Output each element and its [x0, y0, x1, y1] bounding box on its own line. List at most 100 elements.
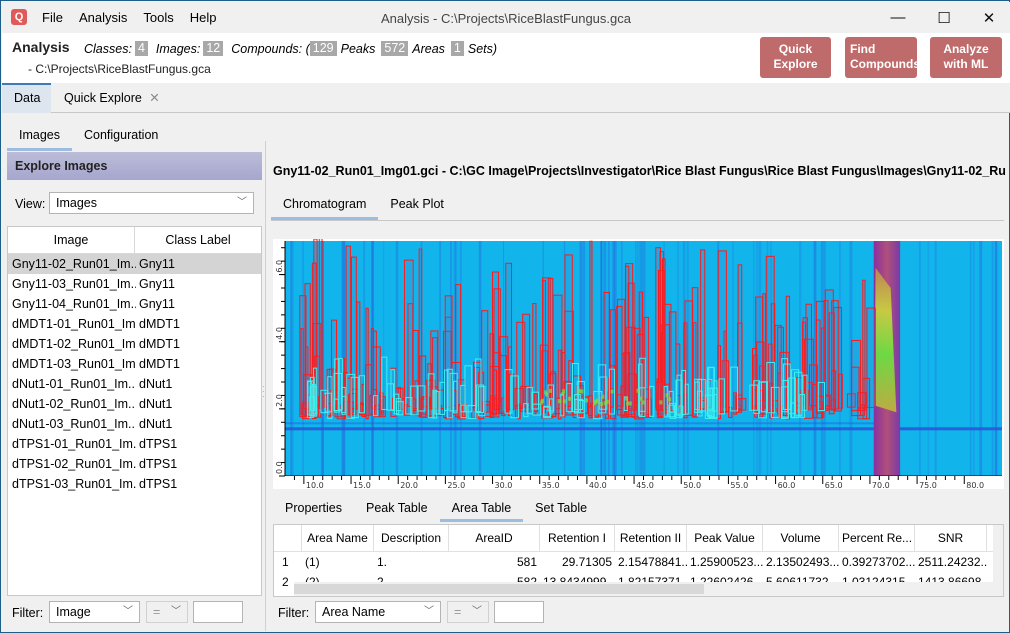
menu-file[interactable]: File: [42, 10, 63, 25]
tab-quick-explore-label: Quick Explore: [64, 91, 142, 105]
area-column-header[interactable]: AreaID: [449, 525, 540, 551]
quick-explore-button[interactable]: Quick Explore: [760, 37, 831, 78]
menu-analysis[interactable]: Analysis: [79, 10, 127, 25]
image-filter-value-input[interactable]: [193, 601, 243, 623]
tab-quick-explore[interactable]: Quick Explore ✕: [52, 83, 172, 113]
area-outline: [444, 295, 453, 420]
image-filter-field-select[interactable]: Image ﹀: [49, 601, 140, 623]
area-column-header[interactable]: Area Name: [302, 525, 374, 551]
y-tick-label: 6.0: [275, 260, 284, 273]
area-table-row[interactable]: 1 (1) 1. 581 29.71305 2.15478841... 1.25900523…: [274, 552, 1003, 572]
image-table-row[interactable]: dNut1-01_Run01_Im... dNut1: [8, 374, 261, 394]
chromatogram-tabs: Chromatogram Peak Plot: [271, 192, 1004, 221]
retention-stripe: [995, 241, 998, 476]
image-table-row[interactable]: dTPS1-01_Run01_Im... dTPS1: [8, 434, 261, 454]
analyze-ml-button[interactable]: Analyze with ML: [930, 37, 1002, 78]
minimize-button[interactable]: —: [875, 2, 921, 33]
area-column-header[interactable]: SNR: [915, 525, 987, 551]
image-name-cell: dTPS1-01_Run01_Im...: [12, 437, 136, 451]
image-table-row[interactable]: dMDT1-03_Run01_Im... dMDT1: [8, 354, 261, 374]
bottom-tabs: Properties Peak Table Area Table Set Tab…: [273, 496, 599, 522]
area-outline: [668, 311, 677, 412]
subtab-configuration[interactable]: Configuration: [72, 121, 170, 151]
close-button[interactable]: ✕: [966, 2, 1010, 33]
area-filter-operator-select[interactable]: = ﹀: [447, 601, 489, 623]
x-tick-label: 60.0: [778, 481, 796, 489]
area-filter-value-input[interactable]: [494, 601, 544, 623]
image-table-row[interactable]: dTPS1-03_Run01_Im... dTPS1: [8, 474, 261, 494]
subtab-images[interactable]: Images: [7, 121, 72, 151]
image-table-row[interactable]: Gny11-03_Run01_Im... Gny11: [8, 274, 261, 294]
tab-peak-plot[interactable]: Peak Plot: [378, 192, 456, 220]
image-table-row[interactable]: Gny11-02_Run01_Im... Gny11: [8, 254, 261, 274]
tab-area-table[interactable]: Area Table: [439, 496, 524, 522]
area-outline: [655, 381, 666, 411]
sets-label: Sets): [467, 41, 498, 56]
chromatogram-view[interactable]: 10.0 15.0 20.0 25.0 30.0 35.0 40.0 45.0 50.0 55.0…: [273, 233, 1004, 490]
area-table-cell: 2.13502493...: [766, 555, 839, 569]
tab-chromatogram[interactable]: Chromatogram: [271, 192, 379, 220]
column-header-image[interactable]: Image: [8, 227, 135, 253]
intense-spot: [668, 397, 672, 402]
x-tick-label: 65.0: [825, 481, 843, 489]
area-column-header[interactable]: Description: [374, 525, 449, 551]
horizontal-scrollbar[interactable]: [294, 582, 1003, 596]
area-outline: [542, 277, 551, 409]
view-select[interactable]: Images ﹀: [49, 192, 254, 214]
x-tick-label: 35.0: [542, 481, 560, 489]
intense-spot: [578, 388, 582, 393]
menu-tools[interactable]: Tools: [143, 10, 173, 25]
area-outline: [589, 240, 593, 408]
image-file-title: Gny11-02_Run01_Img01.gci - C:\GC Image\P…: [273, 164, 1006, 178]
image-filter-operator-select[interactable]: = ﹀: [146, 601, 188, 623]
image-table-row[interactable]: dNut1-02_Run01_Im... dNut1: [8, 394, 261, 414]
chromatogram-plot[interactable]: 10.0 15.0 20.0 25.0 30.0 35.0 40.0 45.0 50.0 55.0…: [273, 233, 1004, 490]
images-table: Image Class Label Gny11-02_Run01_Im... Gn…: [7, 226, 262, 596]
area-column-header[interactable]: Peak Value: [687, 525, 763, 551]
y-tick-label: 4.0: [275, 327, 284, 340]
x-tick-label: 10.0: [306, 481, 324, 489]
splitter-grip-icon[interactable]: · · ·: [262, 383, 266, 401]
retention-stripe: [927, 241, 930, 476]
image-table-row[interactable]: dNut1-03_Run01_Im... dNut1: [8, 414, 261, 434]
scrollbar-thumb[interactable]: [294, 584, 704, 594]
menu-help[interactable]: Help: [190, 10, 217, 25]
image-name-cell: Gny11-04_Run01_Im...: [12, 297, 136, 311]
tab-properties[interactable]: Properties: [273, 496, 354, 522]
x-tick-label: 25.0: [447, 481, 465, 489]
project-path: - C:\Projects\RiceBlastFungus.gca: [28, 62, 211, 76]
image-table-row[interactable]: dTPS1-02_Run01_Im... dTPS1: [8, 454, 261, 474]
image-table-row[interactable]: dMDT1-02_Run01_Im... dMDT1: [8, 334, 261, 354]
area-column-header[interactable]: Retention II: [615, 525, 687, 551]
intense-spot: [600, 402, 604, 407]
image-name-cell: Gny11-03_Run01_Im...: [12, 277, 136, 291]
tab-data[interactable]: Data: [2, 83, 51, 113]
vertical-scrollbar[interactable]: [993, 525, 1003, 582]
image-name-cell: Gny11-02_Run01_Im...: [12, 257, 136, 271]
area-filter-field-select[interactable]: Area Name ﹀: [315, 601, 441, 623]
maximize-button[interactable]: ☐: [921, 2, 967, 33]
area-filter-field-value: Area Name: [322, 605, 386, 619]
class-label-cell: dMDT1: [139, 317, 180, 331]
analysis-header: Analysis Classes: 4 Images: 12 Compounds…: [2, 33, 1010, 83]
retention-stripe: [969, 241, 972, 476]
column-header-class-label[interactable]: Class Label: [135, 227, 261, 253]
intense-spot: [594, 399, 598, 404]
area-column-header[interactable]: Volume: [763, 525, 839, 551]
image-table-row[interactable]: Gny11-04_Run01_Im... Gny11: [8, 294, 261, 314]
image-table-row[interactable]: dMDT1-01_Run01_Im... dMDT1: [8, 314, 261, 334]
filter-label: Filter:: [12, 606, 44, 620]
tab-peak-table[interactable]: Peak Table: [354, 496, 440, 522]
close-tab-icon[interactable]: ✕: [149, 91, 159, 105]
tab-set-table[interactable]: Set Table: [523, 496, 599, 522]
area-outline: [736, 398, 747, 411]
image-name-cell: dNut1-03_Run01_Im...: [12, 417, 136, 431]
intense-spot: [585, 398, 589, 403]
area-column-header[interactable]: [274, 525, 302, 551]
class-label-cell: dMDT1: [139, 357, 180, 371]
area-column-header[interactable]: Percent Re...: [839, 525, 915, 551]
area-column-header[interactable]: Retention I: [540, 525, 615, 551]
find-compounds-button[interactable]: Find Compounds: [845, 37, 920, 78]
area-outline: [851, 366, 860, 412]
peaks-count-badge: 129: [309, 41, 337, 56]
